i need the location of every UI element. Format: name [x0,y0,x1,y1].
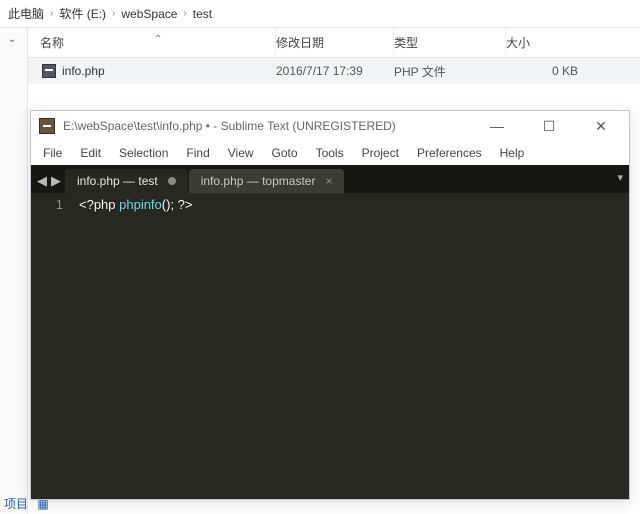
breadcrumb[interactable]: 此电脑 › 软件 (E:) › webSpace › test [0,0,640,28]
cell-name: info.php [28,64,276,78]
maximize-button[interactable]: ☐ [527,112,571,140]
cell-date: 2016/7/17 17:39 [276,64,394,78]
column-label: 大小 [506,36,530,50]
titlebar[interactable]: E:\webSpace\test\info.php • - Sublime Te… [31,111,629,141]
column-type[interactable]: 类型 [394,28,506,57]
nav-pane[interactable]: ⌄ [0,28,28,514]
menubar: File Edit Selection Find View Goto Tools… [31,141,629,165]
editor: ◀ ▶ info.php — test info.php — topmaster… [31,165,629,499]
column-date[interactable]: 修改日期 [276,28,394,57]
tab-label: info.php — topmaster [201,174,316,188]
close-tab-icon[interactable]: × [325,174,332,188]
menu-help[interactable]: Help [492,144,533,162]
menu-file[interactable]: File [35,144,70,162]
breadcrumb-item[interactable]: test [193,7,212,21]
chevron-down-icon[interactable]: ▾ [617,171,623,184]
tab-info-topmaster[interactable]: info.php — topmaster × [189,169,345,193]
chevron-right-icon: › [183,8,186,19]
code-area[interactable]: 1 <?php phpinfo(); ?> [31,193,629,499]
cell-type: PHP 文件 [394,63,506,80]
menu-edit[interactable]: Edit [72,144,109,162]
breadcrumb-item[interactable]: 软件 (E:) [59,5,106,22]
column-label: 修改日期 [276,34,324,51]
menu-tools[interactable]: Tools [308,144,352,162]
tab-info-test[interactable]: info.php — test [65,169,188,193]
column-headers[interactable]: 名称 ⌃ 修改日期 类型 大小 [28,28,640,58]
gutter: 1 [31,193,73,499]
menu-find[interactable]: Find [178,144,217,162]
menu-view[interactable]: View [220,144,262,162]
nav-back-icon[interactable]: ◀ [37,173,47,189]
close-button[interactable]: ✕ [579,112,623,140]
line-number: 1 [31,197,63,212]
menu-selection[interactable]: Selection [111,144,176,162]
token-rest: (); ?> [162,197,193,212]
menu-project[interactable]: Project [354,144,407,162]
table-row[interactable]: info.php 2016/7/17 17:39 PHP 文件 0 KB [28,58,640,84]
file-name: info.php [62,64,105,78]
column-name[interactable]: 名称 ⌃ [28,28,276,57]
minimize-icon: — [490,118,504,134]
token-function: phpinfo [119,197,162,212]
status-items-label: 项目 [4,497,28,511]
tabbar: ◀ ▶ info.php — test info.php — topmaster… [31,165,629,193]
dirty-indicator-icon [168,177,176,185]
column-label: 名称 [40,34,64,51]
code-content[interactable]: <?php phpinfo(); ?> [73,193,629,499]
nav-forward-icon[interactable]: ▶ [51,173,61,189]
sublime-window: E:\webSpace\test\info.php • - Sublime Te… [30,110,630,500]
chevron-down-icon: ⌄ [8,34,16,45]
php-file-icon [42,64,56,78]
close-icon: ✕ [595,118,607,135]
breadcrumb-item[interactable]: webSpace [121,7,177,21]
chevron-right-icon: › [112,8,115,19]
window-title: E:\webSpace\test\info.php • - Sublime Te… [63,119,467,133]
breadcrumb-item[interactable]: 此电脑 [8,5,44,22]
column-label: 类型 [394,34,418,51]
chevron-right-icon: › [50,8,53,19]
app-icon [39,118,55,134]
maximize-icon: ☐ [543,118,556,135]
minimize-button[interactable]: — [475,112,519,140]
token-open-tag: <?php [79,197,119,212]
sort-indicator-icon: ⌃ [154,34,162,45]
cell-size: 0 KB [506,64,588,78]
tab-nav: ◀ ▶ [35,173,65,193]
menu-goto[interactable]: Goto [264,144,306,162]
menu-preferences[interactable]: Preferences [409,144,490,162]
tab-label: info.php — test [77,174,158,188]
column-size[interactable]: 大小 [506,34,588,51]
